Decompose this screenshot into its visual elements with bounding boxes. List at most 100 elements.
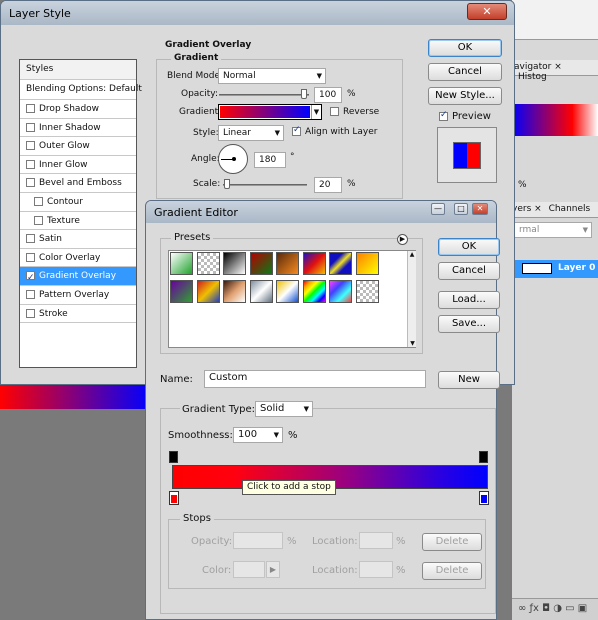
gradient-picker[interactable]: ▼ [218,104,322,120]
stop-opacity-input[interactable] [233,532,283,549]
style-item[interactable]: Bevel and Emboss [20,174,136,193]
reverse-checkbox[interactable]: Reverse [330,107,379,117]
chevron-down-icon[interactable]: ▼ [311,105,321,119]
checkbox[interactable] [26,308,35,318]
style-item[interactable]: Color Overlay [20,249,136,268]
style-item[interactable]: Pattern Overlay [20,286,136,305]
preset-swatch[interactable] [302,252,326,275]
style-label: Style: [193,128,219,138]
preset-swatch[interactable] [329,252,352,275]
checkbox[interactable] [26,234,35,244]
color-stop-red[interactable] [169,491,179,505]
preset-swatch[interactable] [223,280,246,303]
style-select[interactable]: Linear [218,125,284,141]
new-style-button[interactable]: New Style... [428,87,502,105]
preset-swatch[interactable] [302,280,326,303]
color-location-input[interactable] [359,561,393,578]
opacity-slider[interactable] [219,94,309,96]
name-input[interactable]: Custom [204,370,426,388]
style-item-label: Stroke [39,308,68,319]
checkbox[interactable] [26,141,35,151]
ok-button[interactable]: OK [428,39,502,57]
blend-mode-select[interactable]: Normal [218,68,326,84]
stop-color-swatch[interactable] [233,561,265,578]
opacity-location-input[interactable] [359,532,393,549]
angle-input[interactable]: 180 [254,152,286,168]
opacity-label: Opacity: [181,89,218,99]
preview-checkbox[interactable]: Preview [439,110,491,122]
checkbox[interactable] [26,159,35,169]
align-with-layer-checkbox[interactable]: Align with Layer [292,125,377,137]
checkbox[interactable] [26,104,35,113]
tab-channels[interactable]: Channels [549,204,591,214]
scale-slider-thumb[interactable] [224,179,230,189]
close-icon[interactable]: × [534,204,542,214]
save-button[interactable]: Save... [438,315,500,333]
load-button[interactable]: Load... [438,291,500,309]
maximize-icon[interactable]: □ [454,203,468,215]
tab-histogram[interactable]: Histog [518,72,547,82]
preset-swatch[interactable] [249,280,273,303]
chevron-right-icon[interactable]: ▶ [266,561,280,578]
checkbox[interactable] [26,122,35,132]
preset-swatch[interactable] [355,280,379,303]
opacity-stop-right[interactable] [479,451,488,463]
delete-opacity-stop-button[interactable]: Delete [422,533,482,551]
style-item[interactable]: Stroke [20,305,136,324]
angle-dial[interactable] [218,144,248,174]
opacity-slider-thumb[interactable] [301,89,307,99]
gradient-type-select[interactable]: Solid [255,401,313,417]
reverse-label: Reverse [343,107,380,117]
preset-swatch[interactable] [196,280,220,303]
tab-navigator[interactable]: avigator [514,62,551,72]
cancel-button[interactable]: Cancel [428,63,502,81]
style-item[interactable]: Outer Glow [20,137,136,156]
style-preview [437,127,497,183]
close-icon[interactable]: ✕ [472,203,488,215]
blending-options[interactable]: Blending Options: Default [20,80,142,100]
layer-blend-select[interactable]: rmal [514,222,592,238]
preset-swatch[interactable] [276,280,299,303]
delete-color-stop-button[interactable]: Delete [422,562,482,580]
minimize-icon[interactable]: — [431,203,445,215]
checkbox[interactable] [26,178,35,188]
style-item[interactable]: Satin [20,230,136,249]
style-item-label: Inner Glow [39,159,88,170]
checkbox[interactable] [26,252,35,262]
opacity-input[interactable]: 100 [314,87,342,103]
opacity-stop-left[interactable] [169,451,178,463]
style-item[interactable]: Drop Shadow [20,100,136,119]
preset-swatch[interactable] [329,280,352,303]
preset-swatch[interactable] [170,280,193,303]
styles-header[interactable]: Styles [20,60,136,80]
close-icon[interactable]: × [554,62,562,72]
checkbox[interactable] [26,269,35,287]
checkbox[interactable] [26,289,35,299]
ok-button[interactable]: OK [438,238,500,256]
style-item[interactable]: Inner Glow [20,156,136,175]
scale-input[interactable]: 20 [314,177,342,193]
smoothness-input[interactable]: 100 [233,427,283,443]
preset-swatch[interactable] [249,252,273,275]
new-button[interactable]: New [438,371,500,389]
preset-swatch[interactable] [276,252,299,275]
percent-label: % [287,536,297,547]
preset-swatch[interactable] [223,252,246,275]
checkbox[interactable] [34,215,43,225]
preset-swatch[interactable] [196,252,220,275]
style-item[interactable]: Contour [20,193,136,212]
scale-slider[interactable] [223,184,307,186]
styles-list: Styles Blending Options: Default Drop Sh… [19,59,142,368]
checkbox[interactable] [34,196,43,206]
layer-row[interactable]: Layer 0 [512,260,598,278]
style-item[interactable]: Inner Shadow [20,119,136,138]
presets-menu-icon[interactable]: ▶ [397,234,408,245]
style-item[interactable]: Texture [20,212,136,231]
preset-swatch[interactable] [355,252,379,275]
presets-scrollbar[interactable]: ▲ ▼ [407,251,416,347]
preset-swatch[interactable] [170,252,193,275]
style-item[interactable]: Gradient Overlay [20,267,136,287]
cancel-button[interactable]: Cancel [438,262,500,280]
close-icon[interactable]: ✕ [467,3,507,20]
color-stop-blue[interactable] [479,491,489,505]
